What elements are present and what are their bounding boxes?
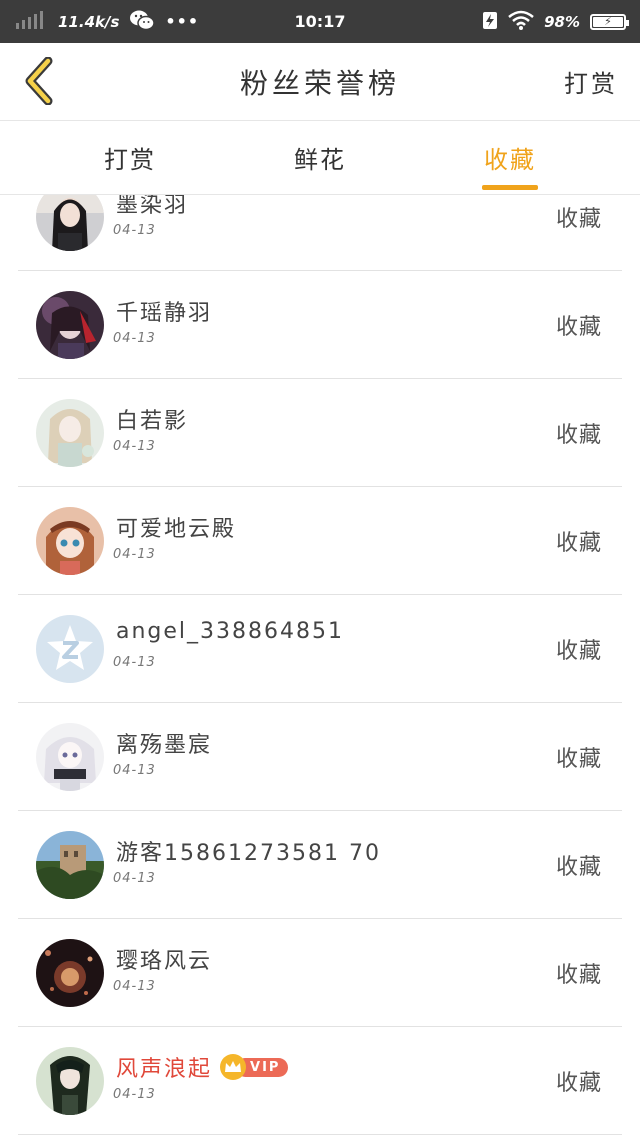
user-name: 风声浪起 xyxy=(116,1057,213,1082)
action-label: 收藏 xyxy=(555,747,602,772)
tab-bar: 打赏 鲜花 收藏 xyxy=(0,121,640,195)
date: 04-13 xyxy=(113,1087,156,1102)
action-label: 收藏 xyxy=(555,207,602,232)
date: 04-13 xyxy=(113,547,156,562)
divider xyxy=(18,1134,622,1135)
user-name: 璎珞风云 xyxy=(116,949,213,974)
list-item[interactable]: 白若影 04-13 收藏 xyxy=(0,379,640,487)
active-tab-indicator xyxy=(482,185,538,190)
battery-icon: ⚡ xyxy=(590,13,629,30)
user-name: 游客15861273581 70 xyxy=(116,841,381,866)
date: 04-13 xyxy=(113,763,156,778)
list-item[interactable]: 可爱地云殿 04-13 收藏 xyxy=(0,487,640,595)
action-label: 收藏 xyxy=(555,315,602,340)
date: 04-13 xyxy=(113,655,156,670)
user-name: 千瑶静羽 xyxy=(116,301,213,326)
date: 04-13 xyxy=(113,223,156,238)
user-name: angel_338864851 xyxy=(116,619,345,644)
user-name: 墨染羽 xyxy=(116,195,189,218)
list-item[interactable]: 游客15861273581 70 04-13 收藏 xyxy=(0,811,640,919)
user-name-vip: 风声浪起 VIP xyxy=(116,1051,289,1083)
date: 04-13 xyxy=(113,871,156,886)
status-bar: 11.4k/s ••• 10:17 98% ⚡ xyxy=(0,0,640,43)
charging-icon xyxy=(482,10,498,34)
avatar xyxy=(36,939,104,1007)
action-label: 收藏 xyxy=(555,423,602,448)
action-label: 收藏 xyxy=(555,1071,602,1096)
avatar xyxy=(36,399,104,467)
reward-button[interactable]: 打赏 xyxy=(564,43,618,120)
status-right: 98% ⚡ xyxy=(482,0,629,43)
list-item[interactable]: 墨染羽 04-13 收藏 xyxy=(0,195,640,271)
user-name: 白若影 xyxy=(116,409,189,434)
list-item[interactable]: 风声浪起 VIP 04-13 收藏 xyxy=(0,1027,640,1135)
avatar xyxy=(36,291,104,359)
tab-collections[interactable]: 收藏 xyxy=(430,121,590,194)
avatar xyxy=(36,831,104,899)
tab-reward[interactable]: 打赏 xyxy=(50,121,210,194)
app-header: 粉丝荣誉榜 打赏 xyxy=(0,43,640,121)
avatar xyxy=(36,195,104,251)
page-title: 粉丝荣誉榜 xyxy=(239,66,400,100)
avatar xyxy=(36,1047,104,1115)
action-label: 收藏 xyxy=(555,639,602,664)
fan-list[interactable]: 墨染羽 04-13 收藏 千瑶静羽 04-13 收藏 白若影 04-13 收藏 xyxy=(0,195,640,1138)
list-item[interactable]: 千瑶静羽 04-13 收藏 xyxy=(0,271,640,379)
avatar xyxy=(36,615,104,683)
avatar xyxy=(36,507,104,575)
list-item[interactable]: 离殇墨宸 04-13 收藏 xyxy=(0,703,640,811)
action-label: 收藏 xyxy=(555,963,602,988)
crown-icon xyxy=(220,1054,247,1080)
date: 04-13 xyxy=(113,331,156,346)
date: 04-13 xyxy=(113,439,156,454)
user-name: 离殇墨宸 xyxy=(116,733,213,758)
list-item[interactable]: 璎珞风云 04-13 收藏 xyxy=(0,919,640,1027)
vip-badge: VIP xyxy=(220,1054,289,1080)
tab-flowers[interactable]: 鲜花 xyxy=(240,121,400,194)
avatar xyxy=(36,723,104,791)
action-label: 收藏 xyxy=(555,531,602,556)
battery-percent: 98% xyxy=(544,12,580,31)
user-name: 可爱地云殿 xyxy=(116,517,237,542)
list-item[interactable]: angel_338864851 04-13 收藏 xyxy=(0,595,640,703)
action-label: 收藏 xyxy=(555,855,602,880)
wifi-icon xyxy=(508,10,534,34)
date: 04-13 xyxy=(113,979,156,994)
